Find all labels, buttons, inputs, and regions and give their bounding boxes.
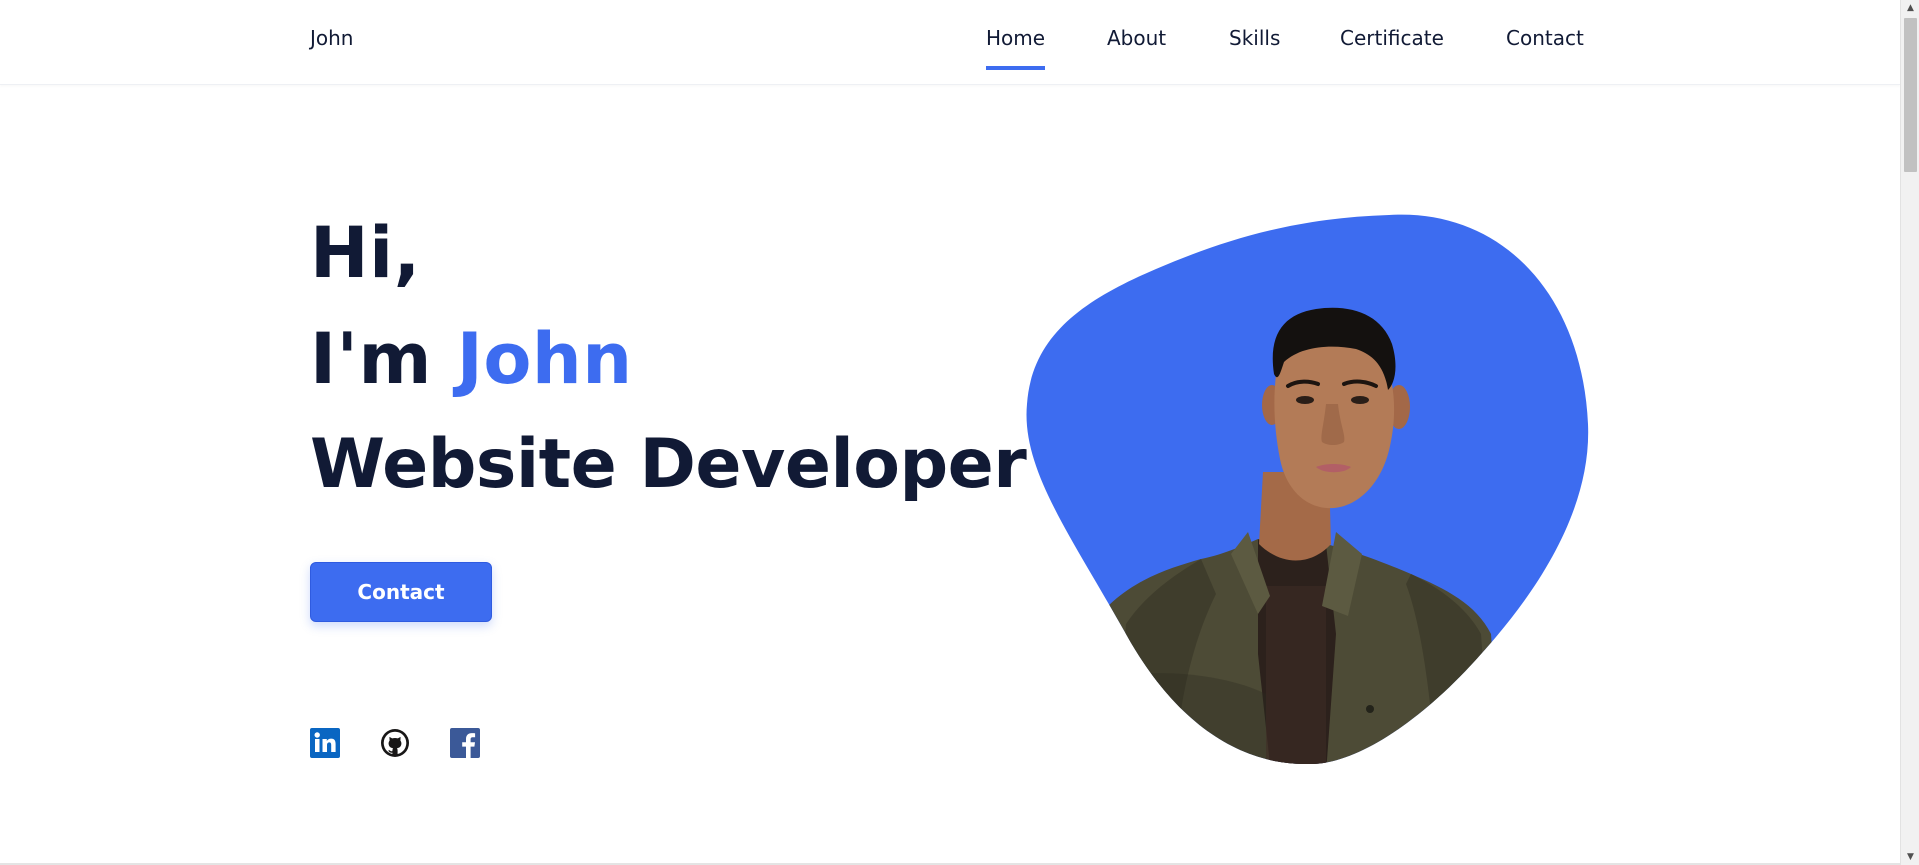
hero-intro-prefix: I'm (310, 318, 457, 400)
facebook-icon[interactable] (450, 728, 480, 758)
scroll-down-arrow-icon[interactable]: ▼ (1901, 849, 1919, 865)
nav-about[interactable]: About (1107, 26, 1166, 70)
hero-greeting: Hi, (310, 212, 421, 294)
nav-home[interactable]: Home (986, 26, 1046, 70)
github-icon[interactable] (380, 728, 410, 758)
hero-name: John (456, 318, 633, 400)
scrollbar-thumb[interactable] (1904, 18, 1917, 172)
scroll-up-arrow-icon[interactable]: ▲ (1901, 0, 1919, 16)
nav-certificate[interactable]: Certificate (1340, 26, 1444, 70)
profile-photo (1026, 214, 1589, 765)
site-header: John Home About Skills Certificate Conta… (0, 0, 1900, 85)
hero-title: Hi, I'm John Website Developer (310, 200, 1027, 518)
nav-skills[interactable]: Skills (1229, 26, 1280, 70)
linkedin-icon[interactable] (310, 728, 340, 758)
nav-contact[interactable]: Contact (1506, 26, 1584, 70)
hero-intro: I'm John (310, 306, 1026, 412)
site-logo[interactable]: John (310, 26, 354, 50)
profile-photo-blob (1026, 214, 1591, 765)
contact-button[interactable]: Contact (310, 562, 492, 622)
hero-role: Website Developer (310, 425, 1027, 504)
page-scrollbar[interactable]: ▲ ▼ (1900, 0, 1919, 865)
